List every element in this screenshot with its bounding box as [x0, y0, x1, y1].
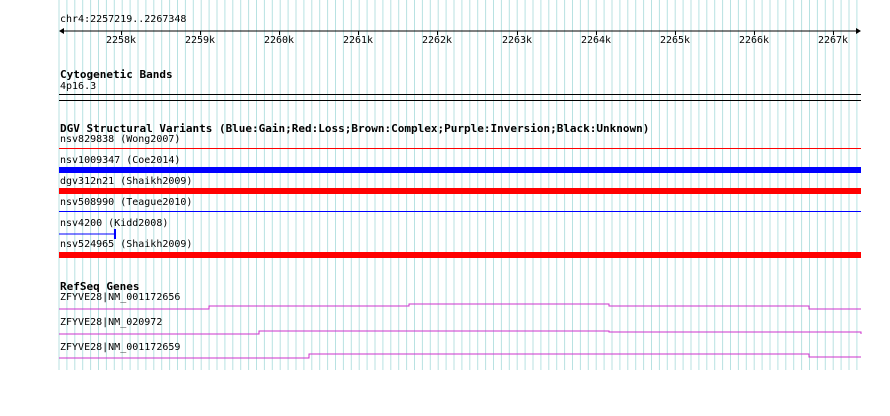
dgv-item-label[interactable]: nsv508990 (Teague2010): [60, 197, 192, 209]
ruler-tick-label: 2267k: [817, 35, 849, 46]
cyto-band-line: [59, 94, 861, 95]
dgv-item-bar[interactable]: [59, 188, 861, 194]
refseq-gene-model[interactable]: [59, 324, 863, 336]
dgv-item-bar[interactable]: [59, 211, 861, 212]
ruler-tick-label: 2258k: [105, 35, 137, 46]
refseq-gene-model[interactable]: [59, 348, 863, 360]
dgv-item-bar[interactable]: [59, 252, 861, 258]
ruler-tick-label: 2264k: [580, 35, 612, 46]
cyto-band-label[interactable]: 4p16.3: [60, 81, 96, 93]
ruler-tick-label: 2265k: [659, 35, 691, 46]
dgv-item-label[interactable]: dgv312n21 (Shaikh2009): [60, 176, 192, 188]
ruler-tick-label: 2262k: [421, 35, 453, 46]
ruler-tick-label: 2263k: [501, 35, 533, 46]
region-label: chr4:2257219..2267348: [60, 14, 187, 25]
dgv-item-bar[interactable]: [59, 167, 861, 173]
refseq-gene-model[interactable]: [59, 300, 863, 312]
ruler-tick-label: 2266k: [738, 35, 770, 46]
ruler-tick-label: 2260k: [263, 35, 295, 46]
ruler-left-arrow-icon: [59, 28, 64, 34]
dgv-item-bar[interactable]: [59, 148, 861, 149]
dgv-item-label[interactable]: nsv1009347 (Coe2014): [60, 155, 180, 167]
ruler-tick-label: 2259k: [184, 35, 216, 46]
dgv-item-label[interactable]: nsv524965 (Shaikh2009): [60, 239, 192, 251]
dgv-item-label[interactable]: nsv829838 (Wong2007): [60, 134, 180, 146]
ruler-right-arrow-icon: [856, 28, 861, 34]
cyto-track-title: Cytogenetic Bands: [60, 68, 173, 81]
ruler-tick-label: 2261k: [342, 35, 374, 46]
cyto-track-divider: [59, 100, 861, 101]
